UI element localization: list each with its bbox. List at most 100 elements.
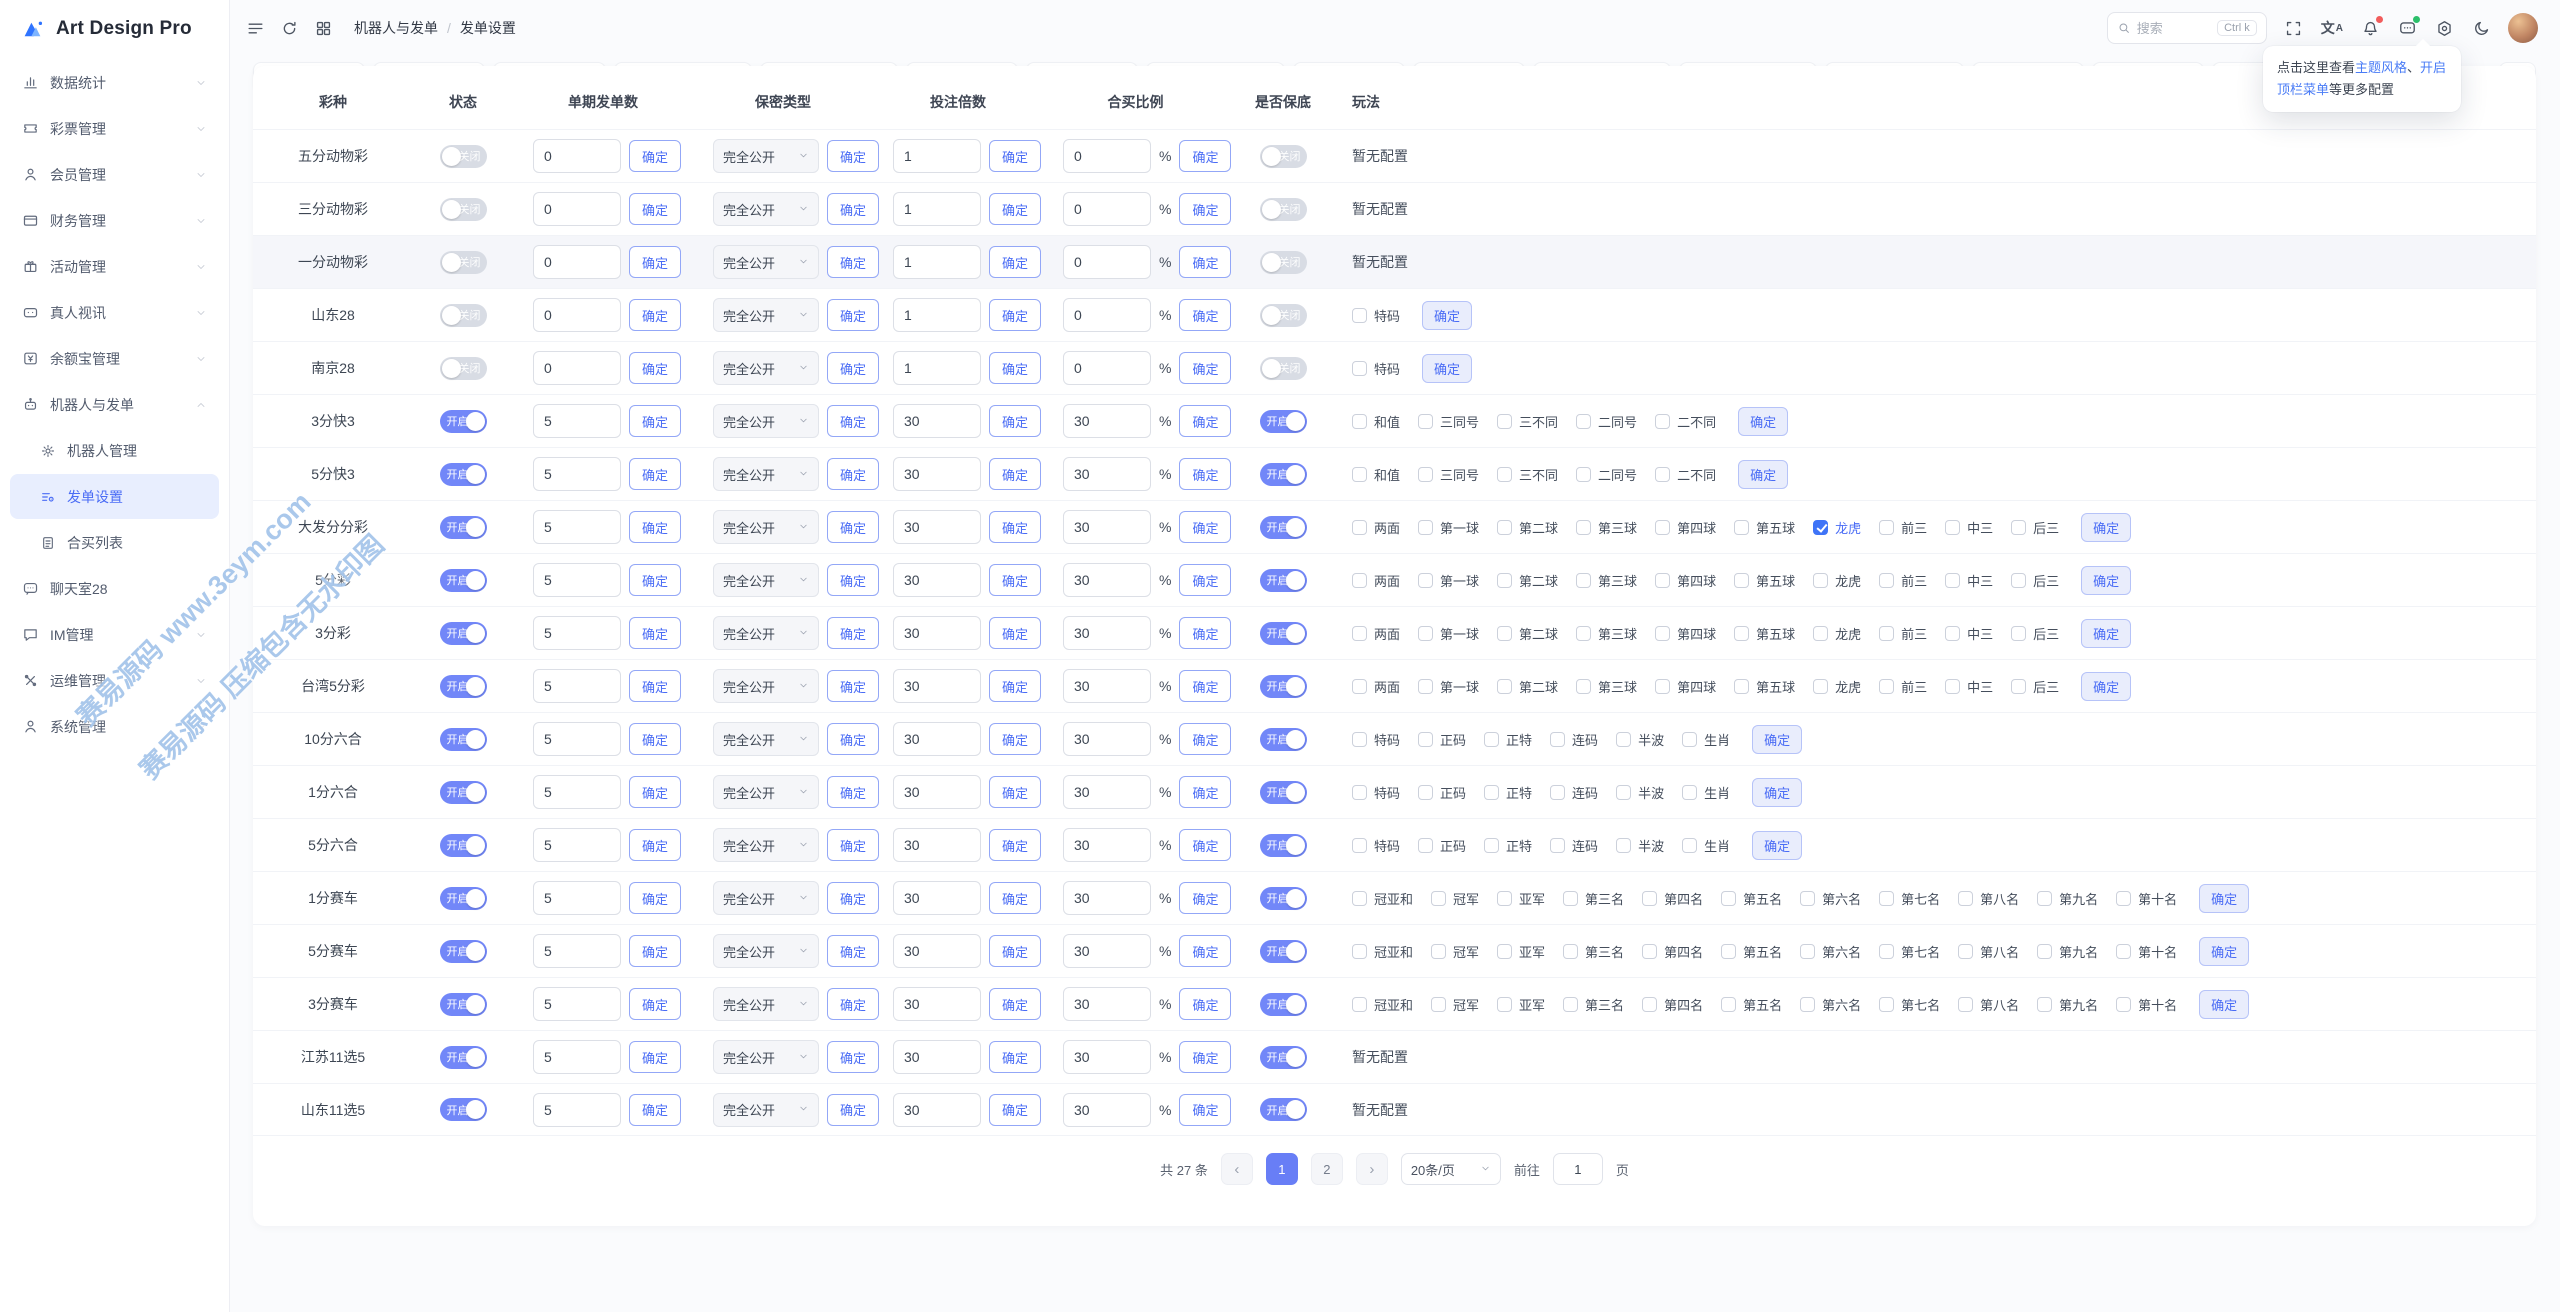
- confirm-button[interactable]: 确定: [629, 564, 681, 596]
- buy-ratio-input[interactable]: [1063, 139, 1151, 173]
- status-toggle[interactable]: 开启: [440, 1046, 487, 1069]
- checkbox-icon[interactable]: [2037, 997, 2052, 1012]
- play-checkbox-第七名[interactable]: 第七名: [1879, 942, 1940, 961]
- status-toggle[interactable]: 开启: [440, 993, 487, 1016]
- buy-ratio-input[interactable]: [1063, 298, 1151, 332]
- checkbox-icon[interactable]: [1352, 467, 1367, 482]
- plays-confirm-button[interactable]: 确定: [1752, 778, 1802, 807]
- checkbox-icon[interactable]: [1945, 573, 1960, 588]
- buy-ratio-input[interactable]: [1063, 245, 1151, 279]
- play-checkbox-第七名[interactable]: 第七名: [1879, 995, 1940, 1014]
- play-checkbox-中三[interactable]: 中三: [1945, 624, 1993, 643]
- checkbox-icon[interactable]: [2116, 891, 2131, 906]
- bet-multiple-input[interactable]: [893, 298, 981, 332]
- checkbox-icon[interactable]: [1431, 997, 1446, 1012]
- play-checkbox-第十名[interactable]: 第十名: [2116, 942, 2177, 961]
- checkbox-icon[interactable]: [1655, 414, 1670, 429]
- status-toggle[interactable]: 开启: [440, 940, 487, 963]
- guarantee-toggle[interactable]: 开启: [1260, 887, 1307, 910]
- checkbox-icon[interactable]: [1431, 944, 1446, 959]
- guarantee-toggle[interactable]: 开启: [1260, 940, 1307, 963]
- checkbox-icon[interactable]: [2011, 520, 2026, 535]
- issue-count-input[interactable]: [533, 669, 621, 703]
- play-checkbox-三同号[interactable]: 三同号: [1418, 412, 1479, 431]
- confirm-button[interactable]: 确定: [989, 723, 1041, 755]
- play-checkbox-第六名[interactable]: 第六名: [1800, 942, 1861, 961]
- confirm-button[interactable]: 确定: [827, 246, 879, 278]
- confirm-button[interactable]: 确定: [629, 140, 681, 172]
- confirm-button[interactable]: 确定: [1179, 140, 1231, 172]
- play-checkbox-第六名[interactable]: 第六名: [1800, 995, 1861, 1014]
- guarantee-toggle[interactable]: 开启: [1260, 463, 1307, 486]
- issue-count-input[interactable]: [533, 457, 621, 491]
- play-checkbox-正特[interactable]: 正特: [1484, 730, 1532, 749]
- secret-type-select[interactable]: 完全公开: [713, 563, 819, 597]
- confirm-button[interactable]: 确定: [989, 882, 1041, 914]
- checkbox-icon[interactable]: [1352, 414, 1367, 429]
- bet-multiple-input[interactable]: [893, 192, 981, 226]
- checkbox-icon[interactable]: [1352, 308, 1367, 323]
- page-size-select[interactable]: 20条/页: [1401, 1153, 1501, 1185]
- checkbox-icon[interactable]: [1721, 997, 1736, 1012]
- status-toggle[interactable]: 开启: [440, 728, 487, 751]
- issue-count-input[interactable]: [533, 139, 621, 173]
- moon-icon[interactable]: [2471, 18, 2491, 38]
- buy-ratio-input[interactable]: [1063, 510, 1151, 544]
- plays-confirm-button[interactable]: 确定: [1422, 354, 1472, 383]
- play-checkbox-三不同[interactable]: 三不同: [1497, 412, 1558, 431]
- translate-icon[interactable]: 文A: [2321, 18, 2343, 38]
- page-button-2[interactable]: 2: [1311, 1153, 1343, 1185]
- status-toggle[interactable]: 开启: [440, 887, 487, 910]
- bet-multiple-input[interactable]: [893, 1040, 981, 1074]
- buy-ratio-input[interactable]: [1063, 404, 1151, 438]
- confirm-button[interactable]: 确定: [629, 882, 681, 914]
- confirm-button[interactable]: 确定: [989, 564, 1041, 596]
- play-checkbox-后三[interactable]: 后三: [2011, 624, 2059, 643]
- status-toggle[interactable]: 关闭: [440, 145, 487, 168]
- checkbox-icon[interactable]: [1642, 944, 1657, 959]
- goto-page-input[interactable]: [1553, 1153, 1603, 1185]
- status-toggle[interactable]: 关闭: [440, 357, 487, 380]
- confirm-button[interactable]: 确定: [989, 458, 1041, 490]
- checkbox-icon[interactable]: [1497, 626, 1512, 641]
- play-checkbox-第二球[interactable]: 第二球: [1497, 677, 1558, 696]
- secret-type-select[interactable]: 完全公开: [713, 987, 819, 1021]
- secret-type-select[interactable]: 完全公开: [713, 881, 819, 915]
- play-checkbox-第四名[interactable]: 第四名: [1642, 942, 1703, 961]
- checkbox-icon[interactable]: [1655, 520, 1670, 535]
- guarantee-toggle[interactable]: 开启: [1260, 622, 1307, 645]
- play-checkbox-第一球[interactable]: 第一球: [1418, 571, 1479, 590]
- sidebar-item-系统管理[interactable]: 系统管理: [10, 704, 219, 749]
- play-checkbox-第八名[interactable]: 第八名: [1958, 995, 2019, 1014]
- checkbox-icon[interactable]: [1813, 626, 1828, 641]
- play-checkbox-和值[interactable]: 和值: [1352, 465, 1400, 484]
- issue-count-input[interactable]: [533, 245, 621, 279]
- issue-count-input[interactable]: [533, 722, 621, 756]
- checkbox-icon[interactable]: [1879, 891, 1894, 906]
- play-checkbox-正码[interactable]: 正码: [1418, 783, 1466, 802]
- play-checkbox-第五名[interactable]: 第五名: [1721, 889, 1782, 908]
- play-checkbox-连码[interactable]: 连码: [1550, 783, 1598, 802]
- confirm-button[interactable]: 确定: [827, 511, 879, 543]
- bet-multiple-input[interactable]: [893, 722, 981, 756]
- play-checkbox-龙虎[interactable]: 龙虎: [1813, 518, 1861, 537]
- status-toggle[interactable]: 开启: [440, 463, 487, 486]
- bet-multiple-input[interactable]: [893, 563, 981, 597]
- play-checkbox-和值[interactable]: 和值: [1352, 412, 1400, 431]
- plays-confirm-button[interactable]: 确定: [1422, 301, 1472, 330]
- sidebar-item-真人视讯[interactable]: 真人视讯: [10, 290, 219, 335]
- checkbox-icon[interactable]: [1418, 732, 1433, 747]
- checkbox-icon[interactable]: [1484, 838, 1499, 853]
- confirm-button[interactable]: 确定: [1179, 352, 1231, 384]
- confirm-button[interactable]: 确定: [629, 458, 681, 490]
- play-checkbox-后三[interactable]: 后三: [2011, 571, 2059, 590]
- sidebar-item-会员管理[interactable]: 会员管理: [10, 152, 219, 197]
- guarantee-toggle[interactable]: 关闭: [1260, 198, 1307, 221]
- checkbox-icon[interactable]: [1655, 626, 1670, 641]
- play-checkbox-前三[interactable]: 前三: [1879, 518, 1927, 537]
- refresh-icon[interactable]: [280, 19, 299, 38]
- guarantee-toggle[interactable]: 关闭: [1260, 145, 1307, 168]
- play-checkbox-中三[interactable]: 中三: [1945, 518, 1993, 537]
- checkbox-icon[interactable]: [1563, 944, 1578, 959]
- bet-multiple-input[interactable]: [893, 669, 981, 703]
